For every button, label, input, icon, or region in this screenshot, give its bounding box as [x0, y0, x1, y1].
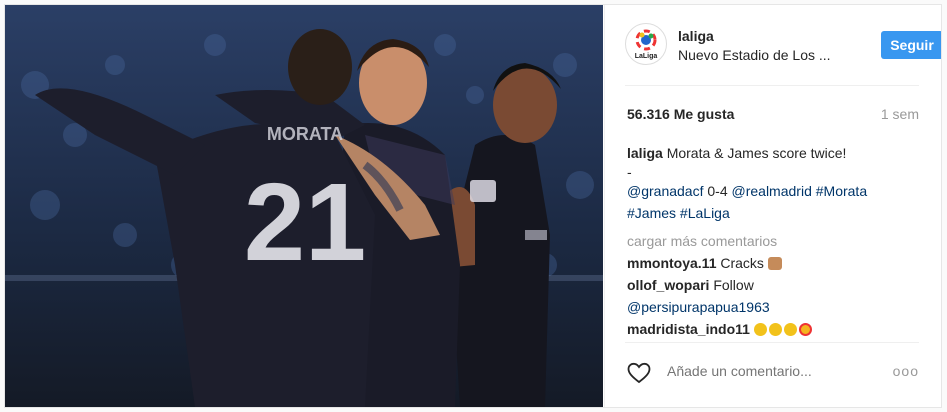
caption-dash: - [627, 164, 632, 180]
caption-username[interactable]: laliga [627, 145, 663, 161]
caption-line-3: #James #LaLiga [627, 203, 921, 223]
mention-link[interactable]: @granadacf [627, 183, 703, 199]
more-options-icon[interactable]: ooo [893, 363, 919, 379]
caption-line-2: @granadacf 0-4 @realmadrid #Morata [627, 181, 921, 201]
divider [625, 85, 919, 86]
comment-username[interactable]: mmontoya.11 [627, 255, 716, 271]
caption: laliga Morata & James score twice! [627, 143, 921, 163]
instagram-post: MORATA 21 LaLiga laliga Nuevo Estadio de… [4, 4, 942, 408]
comment-username[interactable]: ollof_wopari [627, 277, 709, 293]
add-comment-input[interactable] [667, 363, 867, 379]
svg-text:MORATA: MORATA [267, 124, 343, 144]
hashtag-link[interactable]: #James [627, 205, 676, 221]
mention-link[interactable]: @realmadrid [732, 183, 812, 199]
svg-text:LaLiga: LaLiga [635, 53, 658, 60]
divider [625, 342, 919, 343]
jersey-number: 21 [244, 161, 366, 284]
comments-section: laliga Morata & James score twice! - @gr… [627, 143, 921, 341]
score-text: 0-4 [703, 183, 732, 199]
post-photo[interactable]: MORATA 21 [5, 5, 603, 407]
comment: mmontoya.11 Cracks [627, 253, 921, 273]
comment-text: Follow [713, 277, 754, 293]
load-more-comments[interactable]: cargar más comentarios [627, 231, 921, 251]
praying-hands-icon [767, 257, 782, 270]
clapping-hands-icon [783, 323, 797, 336]
heart-icon[interactable] [627, 362, 651, 384]
comment-mention-line: @persipurapapua1963 [627, 297, 921, 317]
avatar[interactable]: LaLiga [625, 23, 667, 65]
add-comment-row: ooo [605, 350, 941, 400]
comment: ollof_wopari Follow [627, 275, 921, 295]
clapping-hands-icon [768, 323, 782, 336]
username[interactable]: laliga [678, 28, 714, 44]
comment-username[interactable]: madridista_indo11 [627, 321, 750, 337]
mention-link[interactable]: @persipurapapua1963 [627, 299, 770, 315]
laliga-logo-icon: LaLiga [635, 29, 658, 60]
post-sidebar: LaLiga laliga Nuevo Estadio de Los ... S… [604, 5, 941, 407]
comment-text: Cracks [720, 255, 764, 271]
timestamp[interactable]: 1 sem [881, 106, 919, 122]
hashtag-link[interactable]: #Morata [816, 183, 867, 199]
location[interactable]: Nuevo Estadio de Los ... [678, 47, 831, 63]
comment: madridista_indo11 [627, 319, 921, 339]
caption-text: Morata & James score twice! [666, 145, 847, 161]
heart-eyes-icon [798, 323, 812, 336]
follow-button[interactable]: Seguir [881, 31, 941, 59]
post-header: LaLiga laliga Nuevo Estadio de Los ... S… [605, 5, 941, 85]
like-count[interactable]: 56.316 Me gusta [627, 106, 734, 122]
clapping-hands-icon [753, 323, 767, 336]
hashtag-link[interactable]: #LaLiga [680, 205, 730, 221]
